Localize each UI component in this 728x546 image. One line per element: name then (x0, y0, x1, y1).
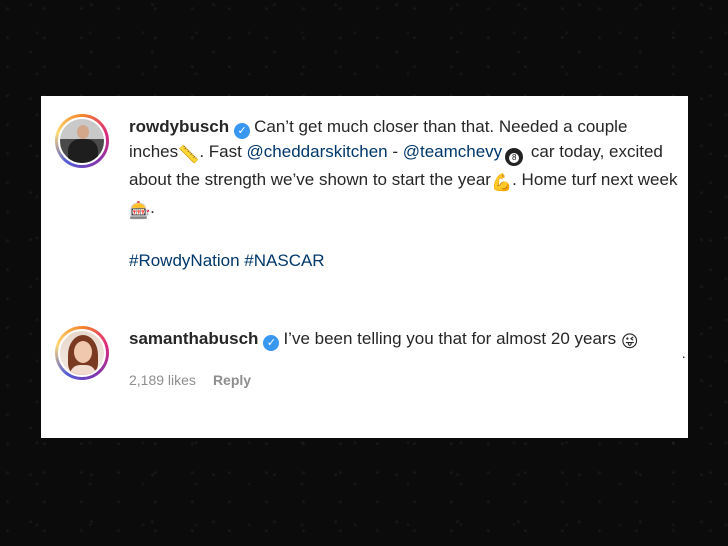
comment-text: rowdybusch ✓ Can’t get much closer than th… (129, 114, 680, 273)
comment-body: - (387, 142, 403, 161)
ruler-emoji-icon: 📏 (178, 145, 200, 164)
comment-body: I’ve been telling you that for almost 20… (283, 329, 617, 348)
username[interactable]: samanthabusch (129, 329, 258, 348)
hashtags: #RowdyNation #NASCAR (129, 248, 680, 273)
avatar-face (74, 341, 92, 363)
avatar[interactable] (55, 326, 109, 380)
comment-body: . (150, 198, 155, 217)
verified-badge-icon: ✓ (234, 123, 251, 139)
comment-body: . Home turf next week (512, 170, 678, 189)
mention-link[interactable]: @cheddarskitchen (247, 142, 388, 161)
username[interactable]: rowdybusch (129, 117, 229, 136)
avatar-shoulder (70, 365, 96, 375)
comment-samanthabusch: samanthabusch ✓ I’ve been telling you that… (55, 326, 686, 393)
avatar-photo (58, 117, 106, 165)
muscle-emoji-icon: 💪 (490, 173, 513, 192)
avatar[interactable] (55, 114, 109, 168)
slot-machine-emoji-icon: 🎰 (129, 201, 151, 220)
comment-meta: 2,189 likes Reply (129, 368, 680, 393)
avatar-body (68, 139, 98, 163)
comment-card: rowdybusch ✓ Can’t get much closer than th… (41, 96, 688, 438)
avatar-photo (58, 329, 106, 377)
comment-body: . Fast (199, 142, 247, 161)
likes-count[interactable]: 2,189 likes (129, 368, 196, 393)
comment-text: samanthabusch ✓ I’ve been telling you that… (129, 326, 680, 393)
mention-link[interactable]: @teamchevy (403, 142, 502, 161)
comment-rowdybusch: rowdybusch ✓ Can’t get much closer than th… (55, 114, 680, 273)
eight-ball-emoji-icon: 8 (505, 148, 524, 166)
verified-badge-icon: ✓ (263, 335, 280, 351)
more-options-icon[interactable]: · (681, 348, 686, 364)
avatar-head (77, 125, 89, 139)
reply-button[interactable]: Reply (213, 368, 251, 393)
hashtag-link[interactable]: #RowdyNation #NASCAR (129, 251, 325, 270)
eight-ball-number: 8 (509, 153, 520, 163)
winking-tongue-emoji-icon: 😜 (620, 332, 639, 351)
